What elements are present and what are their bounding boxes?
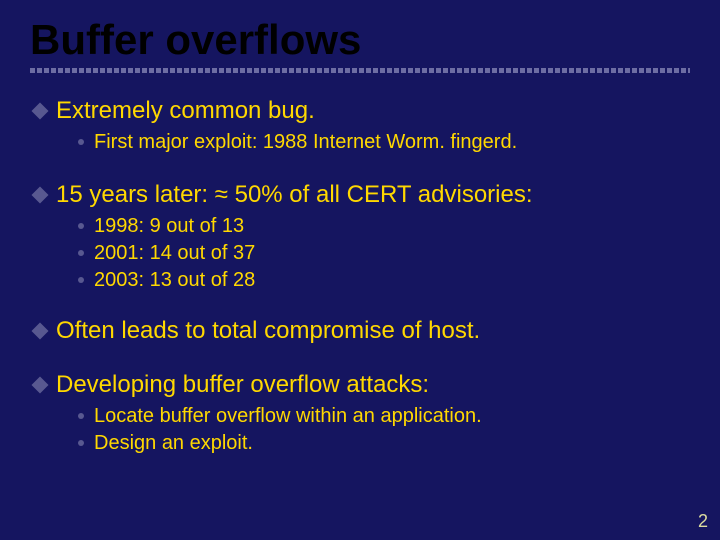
- diamond-icon: [32, 186, 49, 203]
- bullet-text: Developing buffer overflow attacks:: [56, 371, 429, 398]
- dot-icon: [78, 413, 84, 419]
- diamond-icon: [32, 322, 49, 339]
- bullet-compromise: Often leads to total compromise of host.: [34, 317, 690, 346]
- dot-icon: [78, 440, 84, 446]
- bullet-rest: years later: ≈ 50% of all CERT advisorie…: [83, 181, 533, 208]
- subbullet-locate: Locate buffer overflow within an applica…: [78, 404, 690, 429]
- title-underline: [30, 68, 690, 73]
- subbullet-text: Locate buffer overflow within an applica…: [94, 405, 482, 427]
- bullet-text: Often leads to total compromise of host.: [56, 317, 480, 344]
- subbullet-1998: 1998: 9 out of 13: [78, 214, 690, 239]
- page-number: 2: [698, 511, 708, 532]
- bullet-common-bug: Extremely common bug.: [34, 97, 690, 126]
- subbullet-first-exploit: First major exploit: 1988 Internet Worm.…: [78, 130, 690, 155]
- diamond-icon: [32, 103, 49, 120]
- dot-icon: [78, 223, 84, 229]
- subbullet-text: 1998: 9 out of 13: [94, 215, 244, 237]
- bullet-developing: Developing buffer overflow attacks:: [34, 371, 690, 400]
- diamond-icon: [32, 377, 49, 394]
- subbullet-design: Design an exploit.: [78, 431, 690, 456]
- subbullet-2003: 2003: 13 out of 28: [78, 268, 690, 293]
- bullet-lead: 15: [56, 181, 83, 208]
- slide-title: Buffer overflows: [30, 18, 690, 62]
- bullet-text: Extremely common bug.: [56, 97, 315, 124]
- subbullet-text: 2001: 14 out of 37: [94, 242, 255, 264]
- subbullet-text: 2003: 13 out of 28: [94, 269, 255, 291]
- subbullet-text: Design an exploit.: [94, 432, 253, 454]
- subbullet-2001: 2001: 14 out of 37: [78, 241, 690, 266]
- dot-icon: [78, 139, 84, 145]
- slide: Buffer overflows Extremely common bug. F…: [0, 0, 720, 540]
- dot-icon: [78, 250, 84, 256]
- subbullet-text: First major exploit: 1988 Internet Worm.…: [94, 131, 517, 153]
- dot-icon: [78, 277, 84, 283]
- bullet-years-later: 15 years later: ≈ 50% of all CERT adviso…: [34, 181, 690, 210]
